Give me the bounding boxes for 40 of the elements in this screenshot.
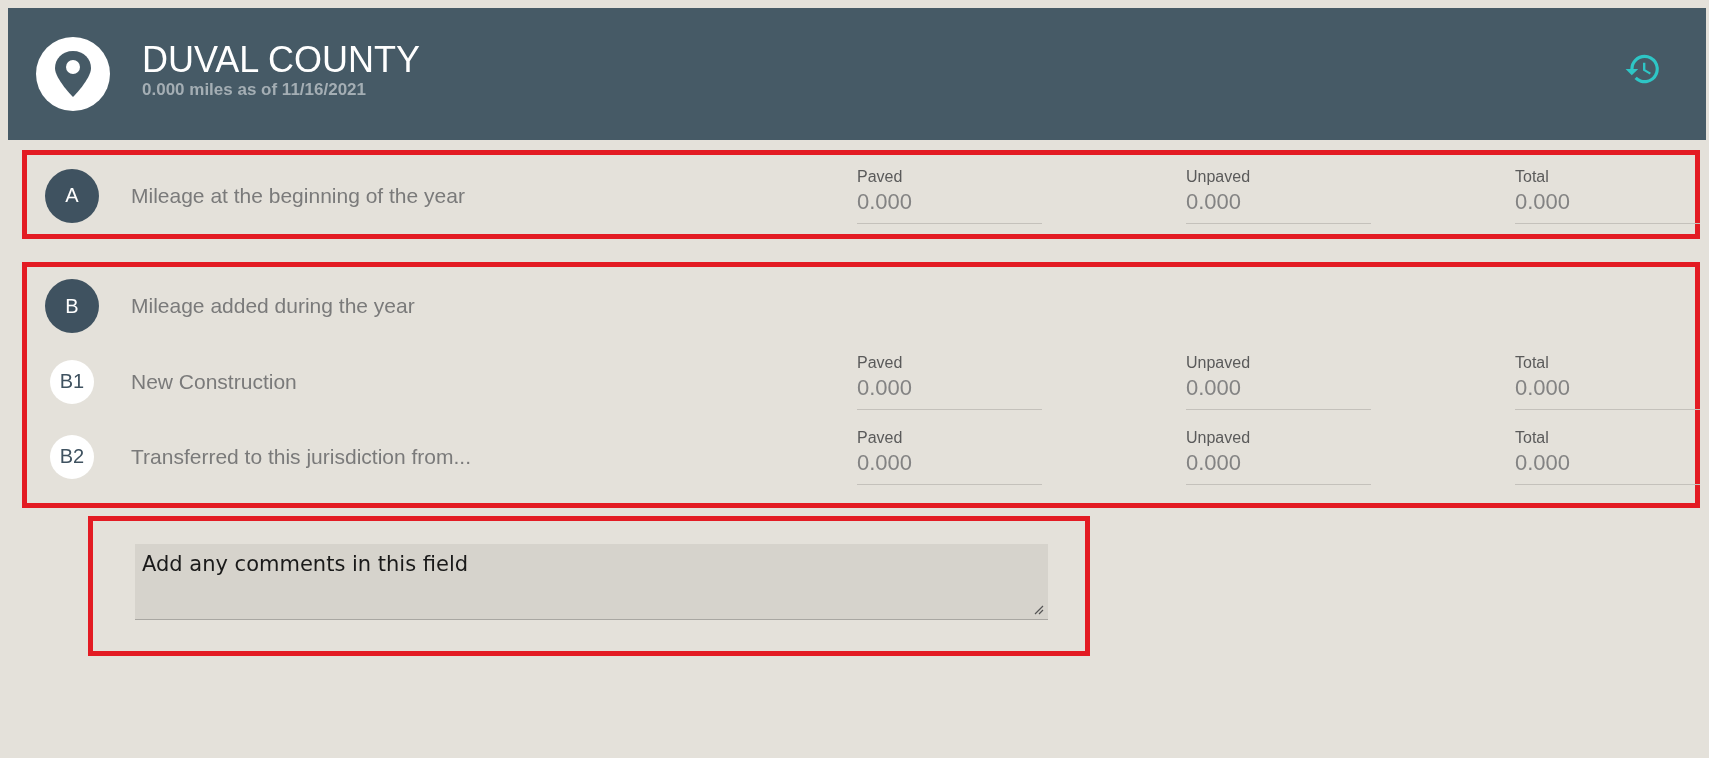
number-field[interactable]: Unpaved 0.000 <box>1186 353 1371 410</box>
field-label: Paved <box>857 353 904 373</box>
row-label: New Construction <box>131 369 298 394</box>
step-badge: B1 <box>50 359 94 404</box>
field-label: Total <box>1515 428 1550 448</box>
field-label: Paved <box>857 428 904 448</box>
step-badge: B2 <box>50 434 94 479</box>
step-badge: A <box>45 168 99 223</box>
field-value: 0.000 <box>1515 449 1572 477</box>
field-value: 0.000 <box>1515 374 1572 402</box>
row-label: Transferred to this jurisdiction from... <box>131 444 472 469</box>
row-label: Mileage added during the year <box>131 294 416 318</box>
field-value: 0.000 <box>1515 188 1572 216</box>
field-label: Unpaved <box>1186 428 1252 448</box>
number-field[interactable]: Paved 0.000 <box>857 353 1042 410</box>
field-value: 0.000 <box>857 449 914 477</box>
number-field[interactable]: Paved 0.000 <box>857 428 1042 485</box>
field-value: 0.000 <box>857 374 914 402</box>
field-label: Paved <box>857 167 904 187</box>
field-value: 0.000 <box>857 188 914 216</box>
mileage-subtitle: 0.000 miles as of 11/16/2021 <box>142 80 367 100</box>
number-field[interactable]: Total 0.000 <box>1515 167 1700 224</box>
number-field[interactable]: Total 0.000 <box>1515 428 1700 485</box>
row-label: Mileage at the beginning of the year <box>131 183 466 208</box>
field-label: Total <box>1515 353 1550 373</box>
number-field[interactable]: Unpaved 0.000 <box>1186 167 1371 224</box>
field-label: Unpaved <box>1186 353 1252 373</box>
field-value: 0.000 <box>1186 188 1243 216</box>
resize-grip-icon[interactable] <box>1032 603 1044 615</box>
number-field[interactable]: Total 0.000 <box>1515 353 1700 410</box>
step-badge: B <box>45 279 99 333</box>
location-pin-icon <box>36 37 110 111</box>
comments-field[interactable]: Add any comments in this field <box>135 544 1048 620</box>
number-field[interactable]: Paved 0.000 <box>857 167 1042 224</box>
field-label: Total <box>1515 167 1550 187</box>
county-title: DUVAL COUNTY <box>142 40 421 80</box>
field-value: 0.000 <box>1186 449 1243 477</box>
field-value: 0.000 <box>1186 374 1243 402</box>
field-label: Unpaved <box>1186 167 1252 187</box>
number-field[interactable]: Unpaved 0.000 <box>1186 428 1371 485</box>
